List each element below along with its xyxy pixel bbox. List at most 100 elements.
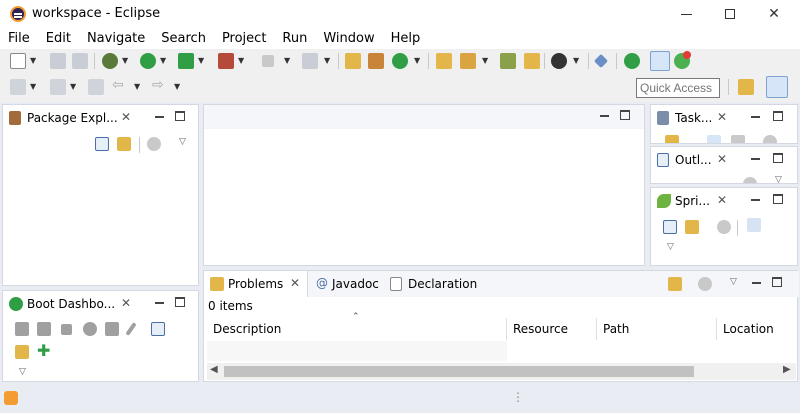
debug-icon[interactable]	[102, 53, 118, 69]
outline-filter-icon[interactable]	[743, 177, 757, 183]
new-dropdown-icon[interactable]: ▼	[30, 56, 36, 65]
new-package-icon[interactable]	[368, 53, 384, 69]
previous-annotation-dropdown-icon[interactable]: ▼	[70, 82, 76, 91]
minimize-button[interactable]	[664, 2, 708, 26]
maximize-view-icon[interactable]	[773, 153, 783, 163]
menu-edit[interactable]: Edit	[38, 29, 79, 49]
search-icon[interactable]	[460, 53, 476, 69]
forward-icon[interactable]: ⇨	[152, 77, 164, 93]
new-class-dropdown-icon[interactable]: ▼	[414, 56, 420, 65]
status-drag-handle[interactable]: ⋮	[512, 390, 524, 404]
view-menu-icon[interactable]: ▽	[667, 242, 674, 252]
horizontal-scrollbar[interactable]: ◀ ▶	[207, 363, 796, 380]
maximize-view-icon[interactable]	[773, 194, 783, 204]
filter-icon[interactable]	[698, 277, 712, 291]
minimize-view-icon[interactable]	[155, 302, 164, 304]
task-scheduled-icon[interactable]	[731, 135, 745, 143]
pin-icon[interactable]	[593, 53, 609, 69]
scrollbar-thumb[interactable]	[224, 366, 694, 377]
debug-dropdown-icon[interactable]: ▼	[122, 56, 128, 65]
user-dropdown-icon[interactable]: ▼	[573, 56, 579, 65]
sort-alphabetical-icon[interactable]	[747, 218, 761, 232]
new-icon[interactable]	[10, 53, 26, 69]
menu-help[interactable]: Help	[383, 29, 429, 49]
java-perspective-icon[interactable]	[766, 76, 788, 98]
external-tools-dropdown-icon[interactable]: ▼	[238, 56, 244, 65]
rss-feed-icon[interactable]	[4, 391, 18, 405]
properties-icon[interactable]	[151, 322, 165, 336]
menu-search[interactable]: Search	[153, 29, 214, 49]
outline-title[interactable]: Outl...	[675, 153, 712, 167]
back-dropdown-icon[interactable]: ▼	[134, 82, 140, 91]
stop-icon[interactable]	[61, 324, 72, 335]
collapse-all-icon[interactable]	[663, 220, 677, 234]
tab-javadoc[interactable]: @ Javadoc	[308, 271, 386, 297]
edit-icon[interactable]	[125, 322, 137, 336]
open-perspective-icon[interactable]	[738, 79, 754, 95]
column-resource[interactable]: Resource	[507, 318, 597, 340]
quick-access-input[interactable]	[636, 78, 720, 98]
maximize-view-icon[interactable]	[175, 111, 185, 121]
task-filter-icon[interactable]	[707, 135, 721, 143]
debug-icon[interactable]	[37, 322, 51, 336]
open-task-icon[interactable]	[500, 53, 516, 69]
minimize-view-icon[interactable]	[751, 116, 760, 118]
open-folder-icon[interactable]	[524, 53, 540, 69]
menu-window[interactable]: Window	[315, 29, 382, 49]
view-menu-icon[interactable]: ▽	[19, 367, 26, 377]
new-class-icon[interactable]	[392, 53, 408, 69]
tab-declaration[interactable]: Declaration	[386, 271, 486, 297]
close-icon[interactable]: ✕	[290, 276, 300, 290]
run-icon[interactable]	[140, 53, 156, 69]
add-icon[interactable]: ✚	[37, 341, 50, 360]
external-tools-icon[interactable]	[218, 53, 234, 69]
link-with-editor-icon[interactable]	[685, 220, 699, 234]
run-coverage-icon[interactable]	[178, 53, 194, 69]
task-sync-icon[interactable]	[763, 135, 777, 143]
scroll-left-icon[interactable]: ◀	[210, 364, 218, 375]
collapse-all-icon[interactable]	[95, 137, 109, 151]
toggle-breadcrumb-icon[interactable]	[650, 51, 670, 71]
link-with-editor-icon[interactable]	[117, 137, 131, 151]
console-icon[interactable]	[105, 322, 119, 336]
power-icon[interactable]	[624, 53, 640, 69]
column-location[interactable]: Location	[717, 318, 796, 340]
maximize-button[interactable]	[708, 2, 752, 26]
maximize-view-icon[interactable]	[175, 297, 185, 307]
close-button[interactable]: ✕	[752, 2, 796, 26]
close-icon[interactable]: ✕	[121, 110, 131, 124]
save-icon[interactable]	[50, 53, 66, 69]
tasks-title[interactable]: Task...	[675, 111, 712, 125]
menu-file[interactable]: File	[0, 29, 38, 49]
menu-navigate[interactable]: Navigate	[79, 29, 153, 49]
back-icon[interactable]: ⇦	[112, 77, 124, 93]
close-icon[interactable]: ✕	[121, 296, 131, 310]
coverage-dropdown-icon[interactable]: ▼	[198, 56, 204, 65]
menu-run[interactable]: Run	[274, 29, 315, 49]
search-dropdown-icon[interactable]: ▼	[482, 56, 488, 65]
start-icon[interactable]	[15, 322, 29, 336]
new-java-project-icon[interactable]	[345, 53, 361, 69]
scroll-right-icon[interactable]: ▶	[783, 364, 791, 375]
run-dropdown-icon[interactable]: ▼	[160, 56, 166, 65]
stop-icon[interactable]	[262, 55, 274, 67]
view-menu-icon[interactable]: ▽	[730, 277, 737, 287]
focus-on-active-icon[interactable]	[668, 277, 682, 291]
spring-title[interactable]: Spri...	[675, 194, 710, 208]
disconnect-dropdown-icon[interactable]: ▼	[324, 56, 330, 65]
view-menu-icon[interactable]: ▽	[179, 137, 186, 147]
stop-dropdown-icon[interactable]: ▼	[284, 56, 290, 65]
save-all-icon[interactable]	[72, 53, 88, 69]
minimize-view-icon[interactable]	[752, 282, 761, 284]
close-icon[interactable]: ✕	[717, 193, 727, 207]
boot-dashboard-title[interactable]: Boot Dashbo...	[27, 297, 115, 311]
open-browser-icon[interactable]	[83, 322, 97, 336]
minimize-view-icon[interactable]	[751, 158, 760, 160]
next-annotation-icon[interactable]	[10, 79, 26, 95]
minimize-view-icon[interactable]	[155, 116, 164, 118]
previous-annotation-icon[interactable]	[50, 79, 66, 95]
maximize-view-icon[interactable]	[773, 111, 783, 121]
new-task-icon[interactable]	[665, 135, 679, 143]
package-explorer-title[interactable]: Package Expl...	[27, 111, 118, 125]
filters-icon[interactable]	[717, 220, 731, 234]
